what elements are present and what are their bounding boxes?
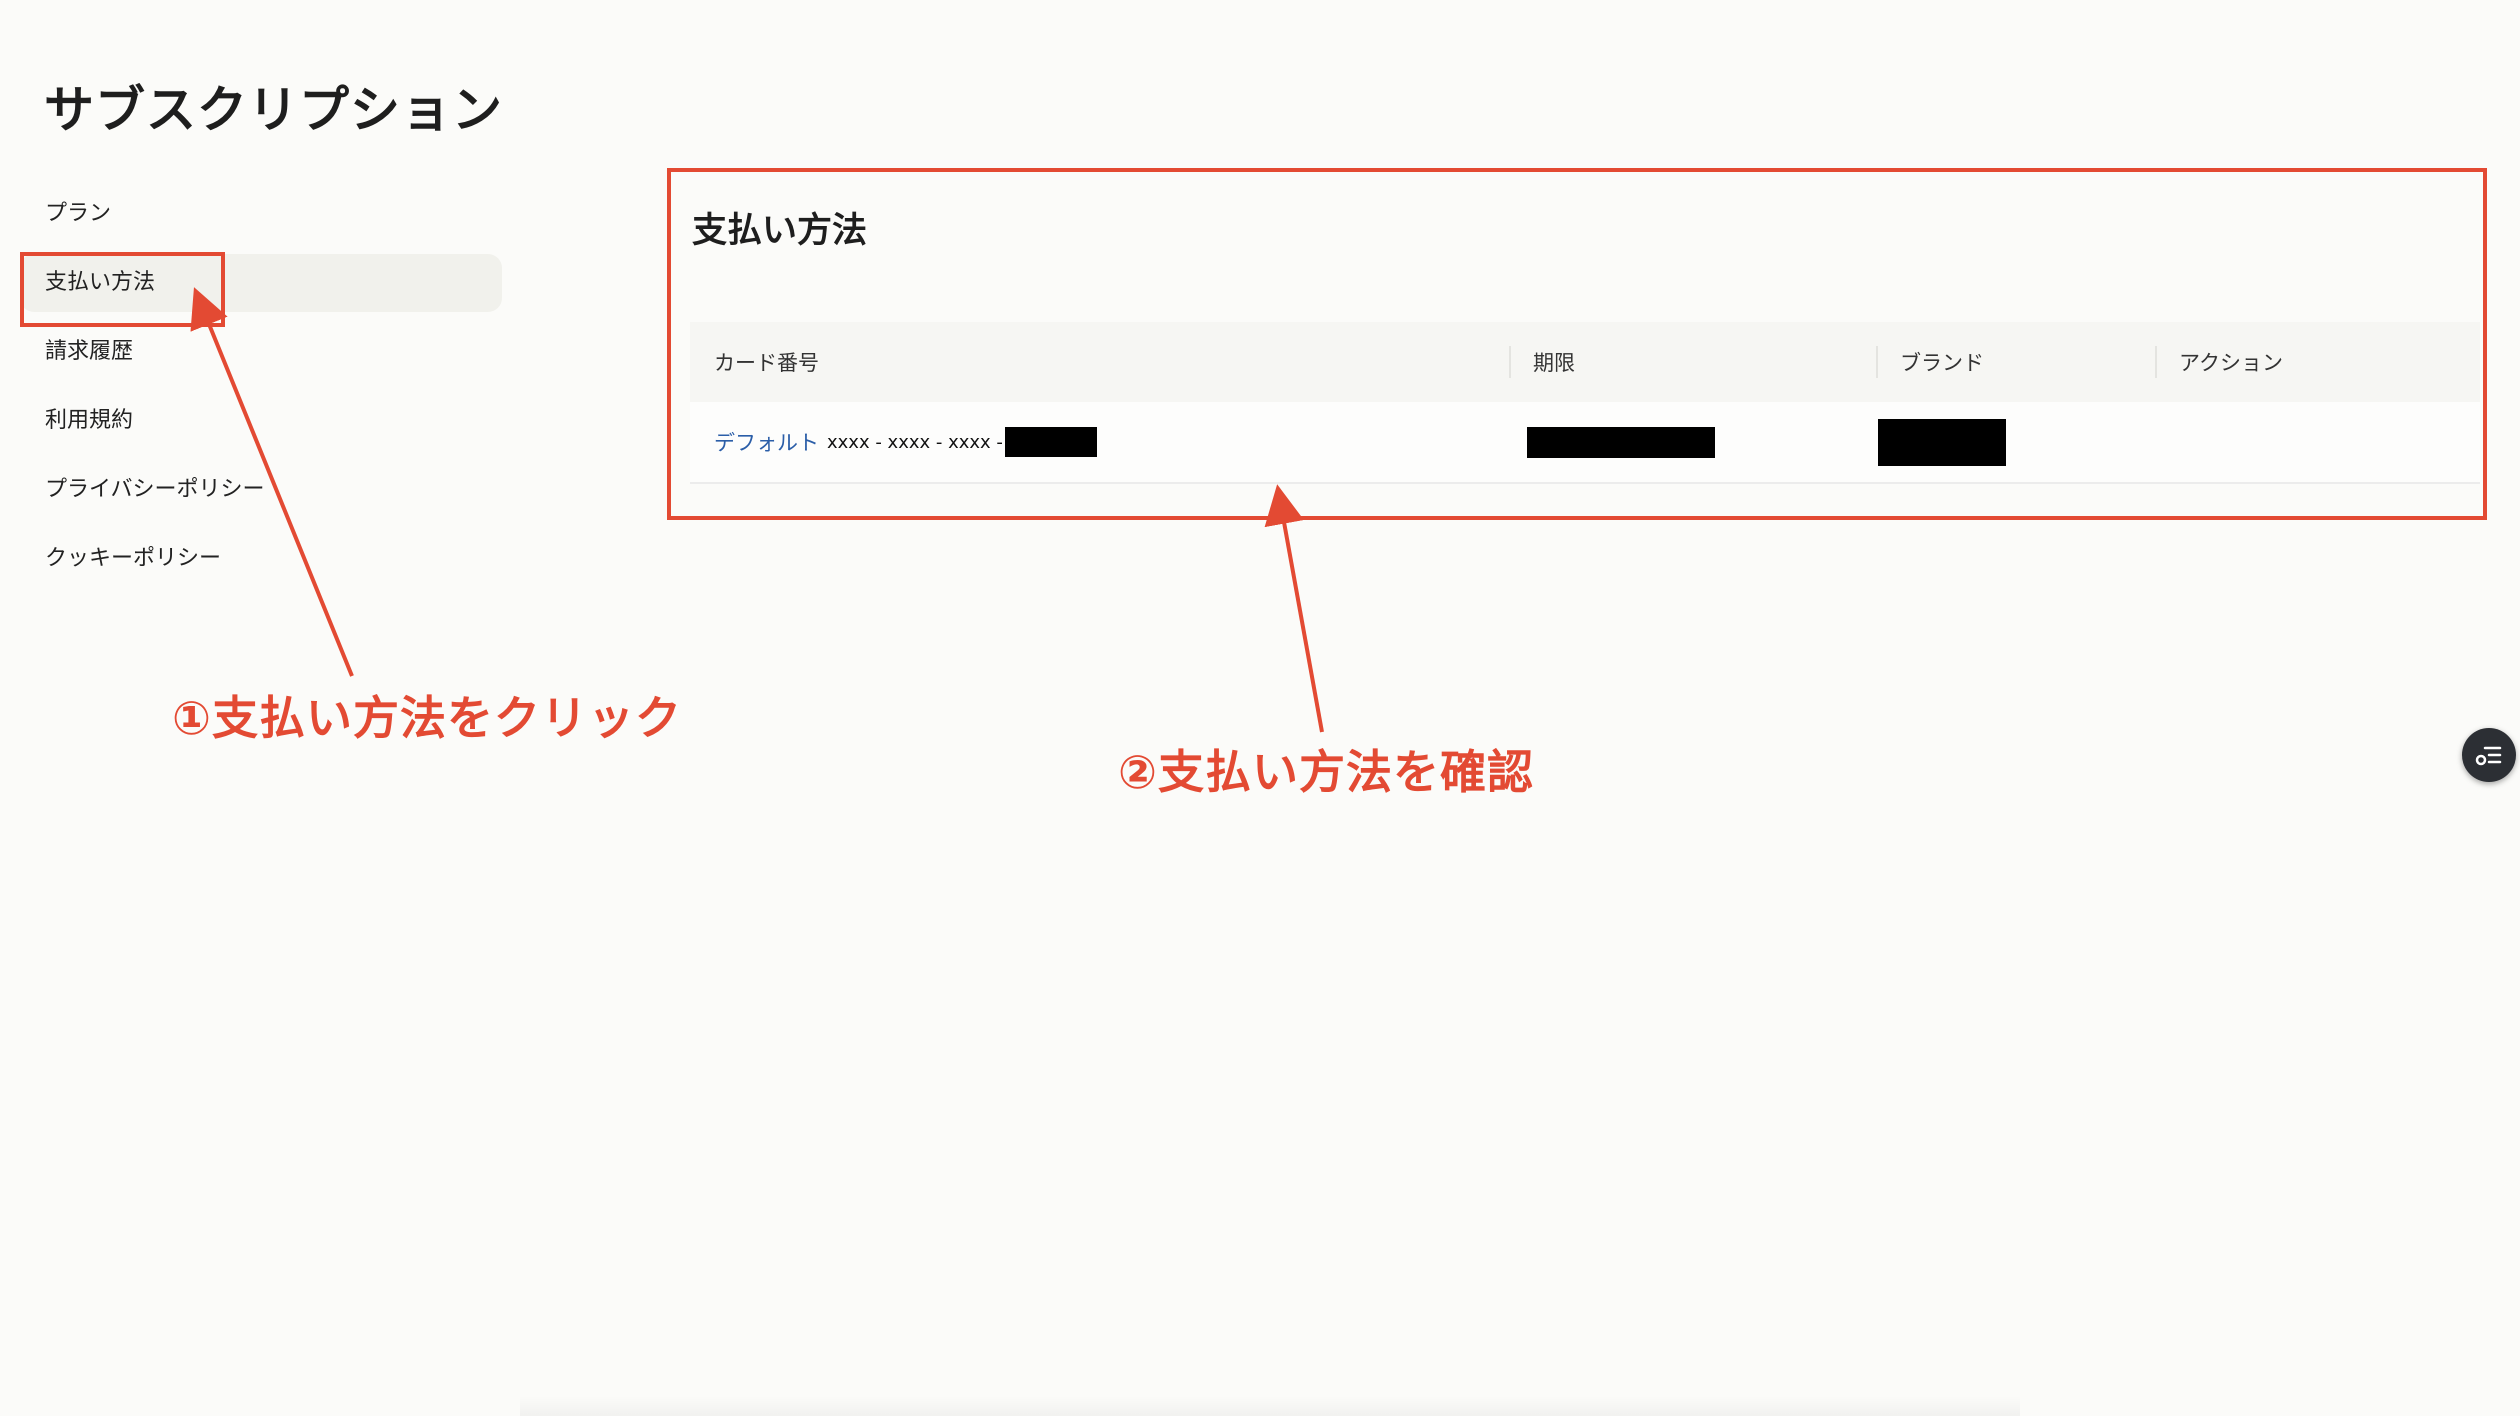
arrow-2 — [1264, 484, 1324, 733]
annotation-step-1: ①支払い方法をクリック — [172, 691, 682, 745]
page-root: サブスクリプション プラン 支払い方法 請求履歴 利用規約 プライバシーポリシー… — [0, 0, 2520, 1416]
bottom-shadow — [520, 1396, 2020, 1416]
floating-menu-button[interactable] — [2462, 728, 2516, 782]
list-icon — [2475, 746, 2502, 766]
arrow-1 — [190, 287, 354, 677]
annotation-step-2: ②支払い方法を確認 — [1118, 745, 1534, 799]
